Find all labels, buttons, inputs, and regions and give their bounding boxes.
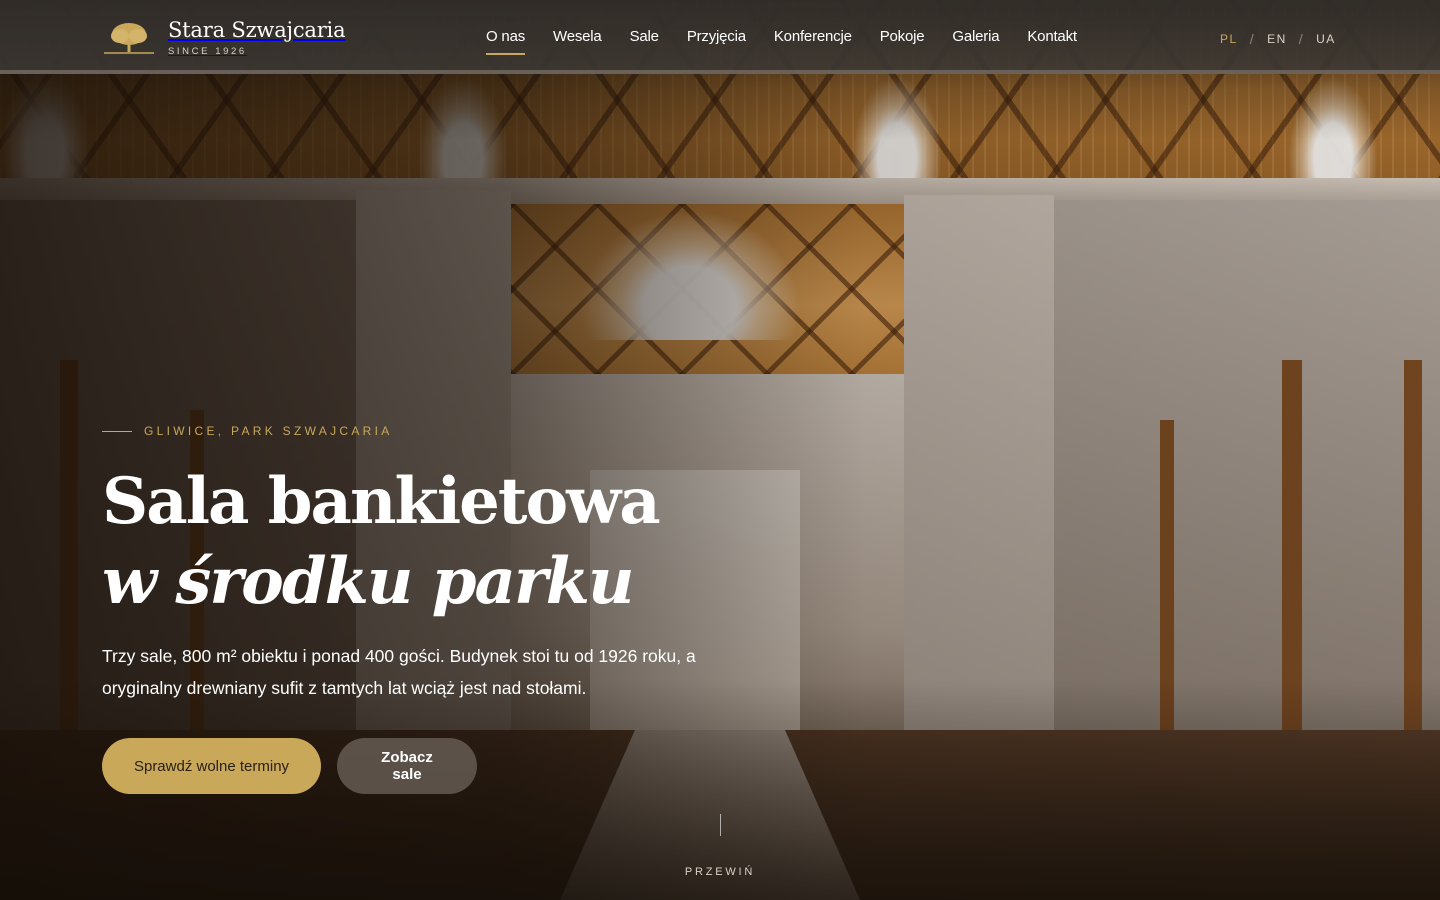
scroll-label: PRZEWIŃ <box>684 866 756 878</box>
hero-title: Sala bankietowa w środku parku <box>102 462 722 622</box>
nav-item-konferencje[interactable]: Konferencje <box>774 28 852 55</box>
hero-cta-group: Sprawdź wolne terminy Zobacz sale <box>102 738 477 794</box>
nav-item-przyjecia[interactable]: Przyjęcia <box>687 28 746 55</box>
lang-separator: / <box>1298 31 1305 47</box>
lang-ua[interactable]: UA <box>1316 32 1336 46</box>
hero-title-line2: w środku parku <box>102 544 635 619</box>
view-halls-button[interactable]: Zobacz sale <box>337 738 477 794</box>
tree-icon <box>102 21 156 57</box>
hero-location: GLIWICE, PARK SZWAJCARIA <box>144 424 393 438</box>
nav-item-wesela[interactable]: Wesela <box>553 28 602 55</box>
hero-lead: Trzy sale, 800 m² obiektu i ponad 400 go… <box>102 646 696 698</box>
lang-en[interactable]: EN <box>1267 32 1287 46</box>
nav-item-pokoje[interactable]: Pokoje <box>880 28 925 55</box>
nav-item-galeria[interactable]: Galeria <box>952 28 999 55</box>
logo-text: Stara Szwajcaria SINCE 1926 <box>168 18 346 58</box>
brand-name: Stara Szwajcaria <box>168 18 346 42</box>
hero-eyebrow: GLIWICE, PARK SZWAJCARIA <box>102 424 393 438</box>
check-dates-button[interactable]: Sprawdź wolne terminy <box>102 738 321 794</box>
nav-item-kontakt[interactable]: Kontakt <box>1027 28 1077 55</box>
scroll-line <box>719 814 721 836</box>
main-navigation: O nas Wesela Sale Przyjęcia Konferencje … <box>486 28 1077 55</box>
logo-link[interactable]: Stara Szwajcaria SINCE 1926 <box>102 18 346 58</box>
nav-item-sale[interactable]: Sale <box>630 28 659 55</box>
lang-separator: / <box>1249 31 1256 47</box>
nav-item-o-nas[interactable]: O nas <box>486 28 525 55</box>
eyebrow-line <box>102 430 132 432</box>
lang-pl[interactable]: PL <box>1220 32 1238 46</box>
brand-since: SINCE 1926 <box>168 46 247 57</box>
language-switcher: PL / EN / UA <box>1220 31 1336 47</box>
site-header: Stara Szwajcaria SINCE 1926 O nas Wesela… <box>0 0 1440 74</box>
hero-title-line1: Sala bankietowa <box>102 464 661 539</box>
scroll-indicator[interactable]: PRZEWIŃ <box>660 814 780 878</box>
